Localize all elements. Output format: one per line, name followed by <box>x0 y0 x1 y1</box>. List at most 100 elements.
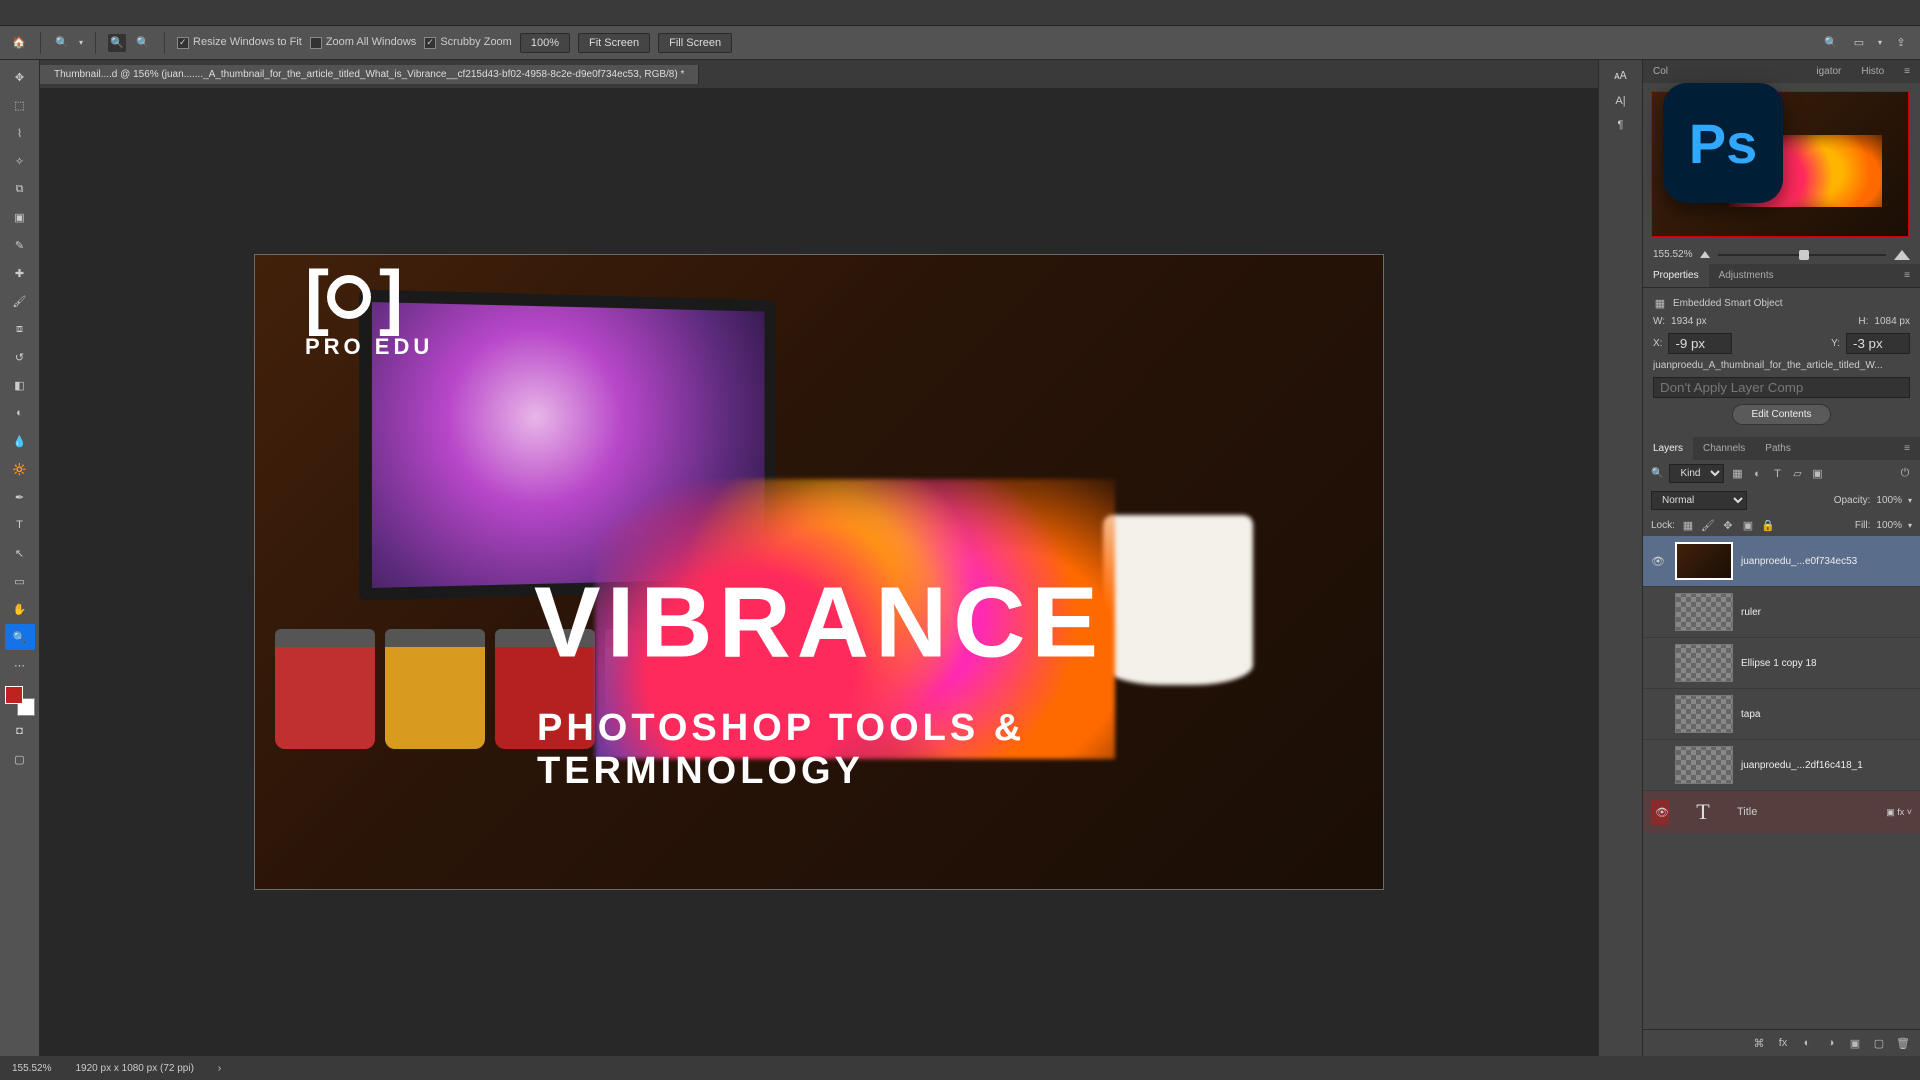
visibility-icon[interactable]: 👁 <box>1649 555 1667 568</box>
resize-windows-check[interactable]: Resize Windows to Fit <box>177 36 302 48</box>
type-panel-icon[interactable]: A| <box>1615 95 1625 107</box>
layer-row[interactable]: Ellipse 1 copy 18 <box>1643 638 1920 689</box>
fx-badge[interactable]: ▣ fx ˅ <box>1886 807 1912 818</box>
menu-bar <box>0 0 1920 26</box>
shape-tool[interactable]: ▭ <box>5 568 35 594</box>
zoom-out-icon[interactable]: 🔍 <box>134 34 152 52</box>
lock-nest-icon[interactable]: ▣ <box>1741 518 1755 532</box>
type-tool[interactable]: T <box>5 512 35 538</box>
lock-transparent-icon[interactable]: ▦ <box>1681 518 1695 532</box>
workspace-icon[interactable]: ▭ <box>1850 34 1868 52</box>
stamp-tool[interactable]: ⧈ <box>5 316 35 342</box>
panel-menu-icon[interactable]: ≡ <box>1894 437 1920 460</box>
layer-row[interactable]: juanproedu_...2df16c418_1 <box>1643 740 1920 791</box>
lock-position-icon[interactable]: ✥ <box>1721 518 1735 532</box>
eraser-tool[interactable]: ◧ <box>5 372 35 398</box>
tab-history[interactable]: Histo <box>1851 60 1894 83</box>
layer-row[interactable]: 👁 juanproedu_...e0f734ec53 <box>1643 536 1920 587</box>
pen-tool[interactable]: ✒ <box>5 484 35 510</box>
tab-layers[interactable]: Layers <box>1643 437 1693 460</box>
edit-contents-button[interactable]: Edit Contents <box>1732 404 1830 425</box>
panel-menu-icon[interactable]: ≡ <box>1894 264 1920 287</box>
color-swatches[interactable] <box>5 686 35 716</box>
zoom-all-check[interactable]: Zoom All Windows <box>310 36 416 48</box>
blend-mode-select[interactable]: Normal <box>1651 491 1747 510</box>
home-icon[interactable]: 🏠 <box>10 34 28 52</box>
navigator-zoom-slider[interactable] <box>1718 254 1886 256</box>
eyedropper-tool[interactable]: ✎ <box>5 232 35 258</box>
tab-adjustments[interactable]: Adjustments <box>1709 264 1784 287</box>
navigator-preview[interactable]: Ps <box>1643 83 1920 245</box>
move-tool[interactable]: ✥ <box>5 64 35 90</box>
filter-image-icon[interactable]: ▦ <box>1730 467 1744 481</box>
filter-adjust-icon[interactable]: ◐ <box>1750 467 1764 481</box>
dodge-tool[interactable]: 🔆 <box>5 456 35 482</box>
blur-tool[interactable]: 💧 <box>5 428 35 454</box>
visibility-icon[interactable]: 👁 <box>1651 800 1669 825</box>
adjustment-icon[interactable]: ◑ <box>1824 1036 1838 1050</box>
filter-smart-icon[interactable]: ▣ <box>1810 467 1824 481</box>
more-tools[interactable]: ⋯ <box>5 652 35 678</box>
status-chevron-icon[interactable]: › <box>218 1063 221 1074</box>
x-field[interactable] <box>1668 333 1732 354</box>
fx-icon[interactable]: fx <box>1776 1036 1790 1050</box>
link-layers-icon[interactable]: ⌘ <box>1752 1036 1766 1050</box>
lock-all-icon[interactable]: 🔒 <box>1761 518 1775 532</box>
marquee-tool[interactable]: ⬚ <box>5 92 35 118</box>
brush-tool[interactable]: 🖌 <box>5 288 35 314</box>
mask-icon[interactable]: ◐ <box>1800 1036 1814 1050</box>
opacity-value[interactable]: 100% <box>1876 495 1902 506</box>
document-tab[interactable]: Thumbnail....d @ 156% (juan......._A_thu… <box>40 65 699 84</box>
screenmode-tool[interactable]: ▢ <box>5 746 35 772</box>
tab-navigator[interactable]: igator <box>1806 60 1851 83</box>
scrubby-zoom-check[interactable]: Scrubby Zoom <box>424 36 512 48</box>
zoom-tool-icon[interactable]: 🔍 <box>53 34 71 52</box>
layer-row[interactable]: 👁 T Title ▣ fx ˅ <box>1643 791 1920 833</box>
fill-value[interactable]: 100% <box>1876 520 1902 531</box>
filter-type-icon[interactable]: T <box>1770 467 1784 481</box>
trash-icon[interactable]: 🗑 <box>1896 1036 1910 1050</box>
chevron-down-icon[interactable]: ▾ <box>1878 38 1882 47</box>
new-layer-icon[interactable]: ▢ <box>1872 1036 1886 1050</box>
layer-filter-select[interactable]: Kind <box>1669 464 1724 483</box>
tab-paths[interactable]: Paths <box>1755 437 1801 460</box>
crop-tool[interactable]: ⧉ <box>5 176 35 202</box>
history-brush-tool[interactable]: ↺ <box>5 344 35 370</box>
character-panel-icon[interactable]: 🗚 <box>1614 70 1626 83</box>
canvas[interactable]: [] PRO EDU VIBRANCE PHOTOSHOP TOOLS & TE… <box>254 254 1384 890</box>
frame-tool[interactable]: ▣ <box>5 204 35 230</box>
lock-image-icon[interactable]: 🖌 <box>1701 518 1715 532</box>
tab-color[interactable]: Col <box>1643 60 1678 83</box>
filter-shape-icon[interactable]: ▱ <box>1790 467 1804 481</box>
layer-row[interactable]: tapa <box>1643 689 1920 740</box>
status-zoom[interactable]: 155.52% <box>12 1063 51 1074</box>
nav-panel-tabs: Col igator Histo ≡ <box>1643 60 1920 83</box>
zoom-in-icon[interactable]: 🔍 <box>108 34 126 52</box>
y-field[interactable] <box>1846 333 1910 354</box>
quickmask-tool[interactable]: ◘ <box>5 718 35 744</box>
zoom-out-nav-icon[interactable] <box>1700 251 1710 258</box>
group-icon[interactable]: ▣ <box>1848 1036 1862 1050</box>
options-bar: 🏠 🔍 ▾ 🔍 🔍 Resize Windows to Fit Zoom All… <box>0 26 1920 60</box>
tab-properties[interactable]: Properties <box>1643 264 1709 287</box>
share-icon[interactable]: ⇪ <box>1892 34 1910 52</box>
hand-tool[interactable]: ✋ <box>5 596 35 622</box>
zoom-in-nav-icon[interactable] <box>1894 250 1910 260</box>
zoom-tool[interactable]: 🔍 <box>5 624 35 650</box>
search-icon[interactable]: 🔍 <box>1822 34 1840 52</box>
paragraph-panel-icon[interactable]: ¶ <box>1618 119 1624 131</box>
healing-tool[interactable]: ✚ <box>5 260 35 286</box>
fill-screen-button[interactable]: Fill Screen <box>658 33 732 53</box>
lasso-tool[interactable]: ⌇ <box>5 120 35 146</box>
chevron-down-icon[interactable]: ▾ <box>79 38 83 47</box>
tab-channels[interactable]: Channels <box>1693 437 1755 460</box>
path-tool[interactable]: ↖ <box>5 540 35 566</box>
fit-screen-button[interactable]: Fit Screen <box>578 33 650 53</box>
gradient-tool[interactable]: ◐ <box>5 400 35 426</box>
filter-toggle-icon[interactable]: ⏻ <box>1898 467 1912 481</box>
panel-menu-icon[interactable]: ≡ <box>1894 60 1920 83</box>
layer-row[interactable]: ruler <box>1643 587 1920 638</box>
zoom-100-button[interactable]: 100% <box>520 33 570 53</box>
fill-label: Fill: <box>1855 520 1871 531</box>
wand-tool[interactable]: ✧ <box>5 148 35 174</box>
